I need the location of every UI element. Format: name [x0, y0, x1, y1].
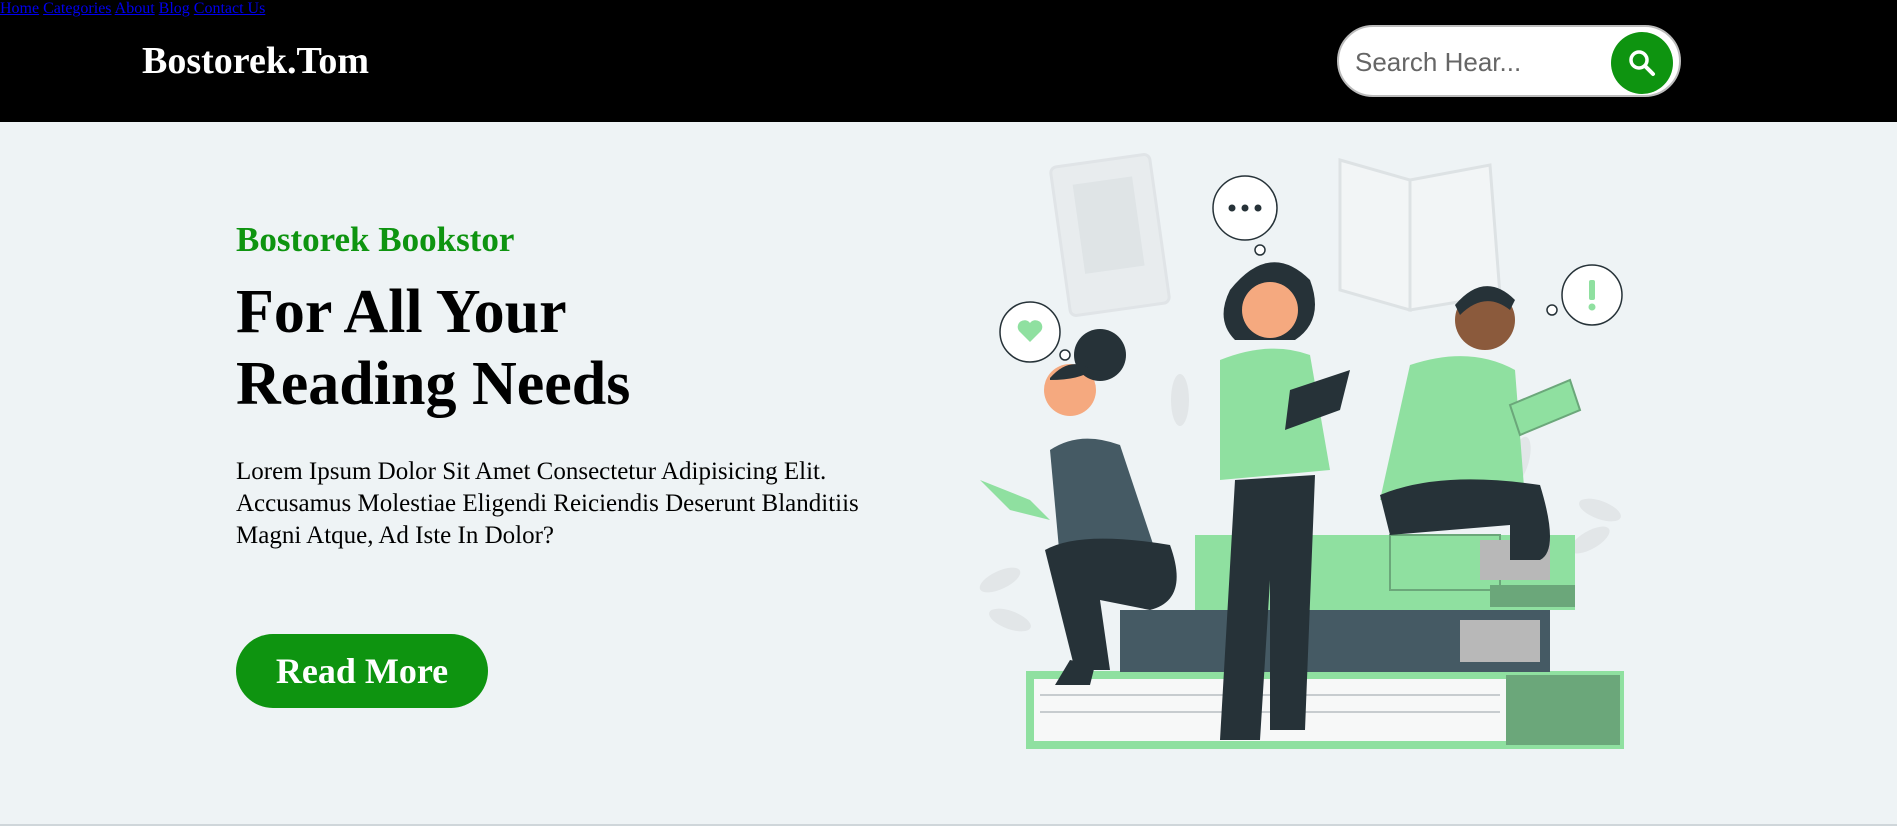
headline-line-1: For All Your [236, 278, 567, 346]
search-icon [1629, 50, 1655, 76]
reading-people-illustration [979, 153, 1624, 749]
hero-subtitle: Bostorek Bookstor [236, 220, 515, 259]
nav-blog[interactable]: Blog [159, 0, 190, 17]
hero-headline: For All Your Reading Needs [236, 276, 630, 420]
headline-line-2: Reading Needs [236, 350, 631, 418]
hero-description: Lorem Ipsum Dolor Sit Amet Consectetur A… [236, 458, 859, 549]
nav-categories[interactable]: Categories [43, 0, 111, 17]
reader-man-right [1380, 286, 1582, 560]
nav-about[interactable]: About [115, 0, 155, 17]
exclamation-bubble-icon [1546, 264, 1623, 326]
nav-contact-us[interactable]: Contact Us [194, 0, 266, 17]
site-logo[interactable]: Bostorek.Tom [142, 36, 369, 86]
background-tablet-icon [1049, 153, 1171, 317]
ellipsis-bubble-icon [1212, 175, 1278, 256]
read-more-button[interactable]: Read More [236, 634, 488, 708]
heart-bubble-icon [999, 301, 1071, 363]
search-box [1337, 25, 1681, 97]
search-button[interactable] [1611, 32, 1673, 94]
search-input[interactable] [1353, 39, 1597, 85]
main-nav: Home Categories About Blog Contact Us [0, 0, 1897, 18]
background-open-book-icon [1338, 158, 1502, 312]
top-navbar: Bostorek.Tom Home Categories About Blog … [0, 0, 1897, 122]
nav-home[interactable]: Home [0, 0, 39, 17]
